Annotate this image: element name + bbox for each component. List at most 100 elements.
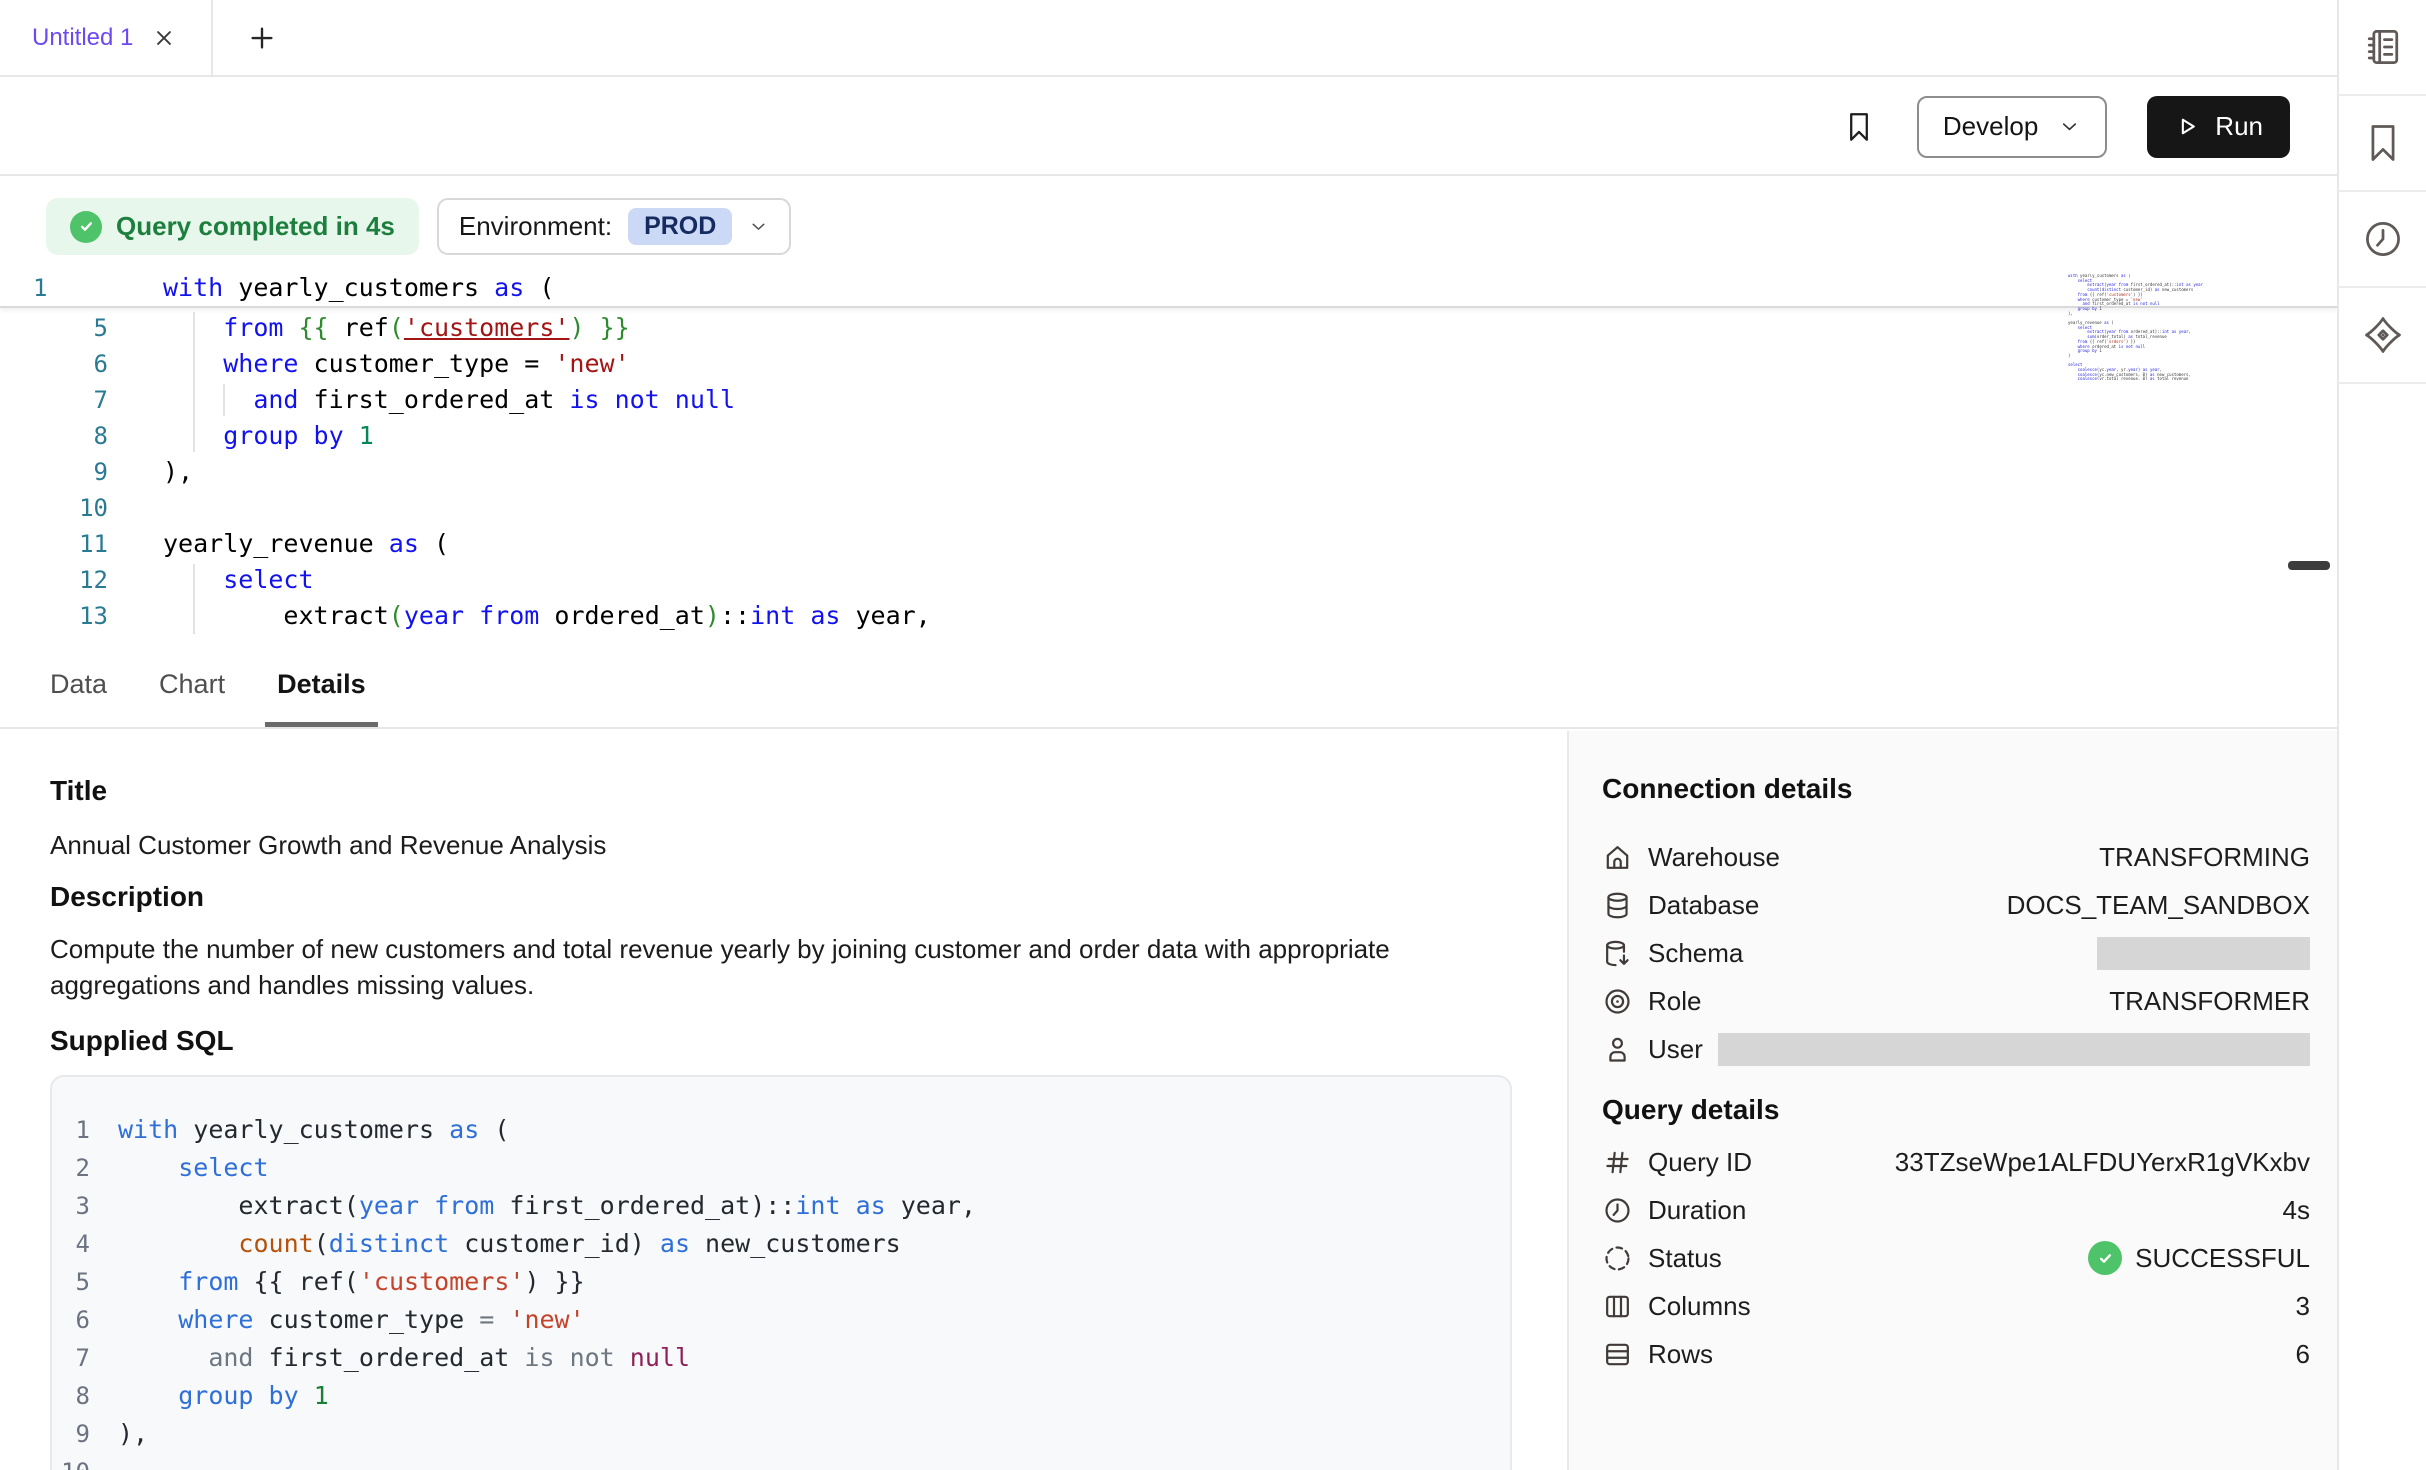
editor-code[interactable]: 1with yearly_customers as (5 from {{ ref… bbox=[0, 270, 2337, 634]
line-number: 7 bbox=[52, 1339, 90, 1377]
line-number: 5 bbox=[52, 1263, 90, 1301]
line-number: 1 bbox=[52, 1111, 90, 1149]
supplied-sql-block: 1with yearly_customers as (2 select3 ext… bbox=[50, 1075, 1512, 1470]
editor-scrollbar[interactable] bbox=[2288, 561, 2330, 570]
code-line: 8 group by 1 bbox=[0, 418, 2337, 454]
detail-label: Schema bbox=[1648, 938, 1743, 969]
columns-icon bbox=[1602, 1291, 1633, 1322]
new-tab-button[interactable] bbox=[229, 0, 295, 75]
environment-value: PROD bbox=[628, 208, 732, 245]
line-number: 4 bbox=[52, 1225, 90, 1263]
code-line: 6 where customer_type = 'new' bbox=[0, 346, 2337, 382]
code-line: 6 where customer_type = 'new' bbox=[52, 1301, 1510, 1339]
minimap-code: with yearly_customers as ( select extrac… bbox=[2068, 274, 2204, 380]
detail-row: Rows6 bbox=[1602, 1330, 2310, 1378]
run-label: Run bbox=[2215, 111, 2263, 142]
redacted-value bbox=[2097, 937, 2310, 970]
code-line: 11yearly_revenue as ( bbox=[0, 526, 2337, 562]
rows-icon bbox=[1602, 1339, 1633, 1370]
query-title: Annual Customer Growth and Revenue Analy… bbox=[50, 827, 606, 863]
environment-selector[interactable]: Environment: PROD bbox=[437, 198, 791, 255]
code-line: 8 group by 1 bbox=[52, 1377, 1510, 1415]
detail-value: 4s bbox=[2283, 1195, 2310, 1226]
bookmark-icon bbox=[2361, 121, 2405, 165]
editor-minimap[interactable]: with yearly_customers as ( select extrac… bbox=[2068, 274, 2204, 380]
check-circle-icon bbox=[70, 211, 102, 243]
spinner-icon bbox=[1602, 1243, 1633, 1274]
editor-tab-bar: Untitled 1 bbox=[0, 0, 2337, 77]
status-row: Query completed in 4s Environment: PROD bbox=[46, 198, 791, 255]
line-number: 12 bbox=[0, 562, 108, 598]
tab-title: Untitled 1 bbox=[32, 24, 133, 52]
code-line: 5 from {{ ref('customers') }} bbox=[0, 310, 2337, 346]
detail-row: DatabaseDOCS_TEAM_SANDBOX bbox=[1602, 881, 2310, 929]
code-line: 13 extract(year from ordered_at)::int as… bbox=[0, 598, 2337, 634]
rail-button-lineage[interactable] bbox=[2339, 288, 2426, 384]
code-line: 2 select bbox=[52, 1149, 1510, 1187]
line-number: 5 bbox=[0, 310, 108, 346]
line-number: 8 bbox=[52, 1377, 90, 1415]
environment-label: Environment: bbox=[459, 211, 612, 242]
rail-button-bookmark[interactable] bbox=[2339, 96, 2426, 192]
tab-chart[interactable]: Chart bbox=[159, 642, 225, 727]
bookmark-icon bbox=[1842, 110, 1876, 144]
detail-row: StatusSUCCESSFUL bbox=[1602, 1234, 2310, 1282]
rail-button-history[interactable] bbox=[2339, 192, 2426, 288]
run-button[interactable]: Run bbox=[2147, 96, 2290, 158]
sql-editor[interactable]: Query completed in 4s Environment: PROD … bbox=[0, 178, 2337, 640]
code-line: 1with yearly_customers as ( bbox=[52, 1111, 1510, 1149]
detail-label: Rows bbox=[1648, 1339, 1713, 1370]
details-panel: Title Annual Customer Growth and Revenue… bbox=[0, 731, 2426, 1470]
code-line: 10 bbox=[0, 490, 2337, 526]
detail-label: Warehouse bbox=[1648, 842, 1780, 873]
line-number: 9 bbox=[0, 454, 108, 490]
line-number: 11 bbox=[0, 526, 108, 562]
detail-row: Query ID 33TZseWpe1ALFDUYerxR1gVKxbv bbox=[1602, 1138, 2310, 1186]
code-line: 9), bbox=[52, 1415, 1510, 1453]
editor-tab-untitled-1[interactable]: Untitled 1 bbox=[0, 0, 213, 75]
code-line: 10 bbox=[52, 1453, 1510, 1470]
close-icon[interactable] bbox=[151, 25, 177, 51]
tab-data[interactable]: Data bbox=[50, 642, 107, 727]
schema-icon bbox=[1602, 938, 1633, 969]
duration-clock-icon bbox=[1602, 1195, 1633, 1226]
chevron-down-icon bbox=[748, 216, 769, 237]
role-icon bbox=[1602, 986, 1633, 1017]
detail-value: 33TZseWpe1ALFDUYerxR1gVKxbv bbox=[1895, 1147, 2310, 1178]
develop-dropdown[interactable]: Develop bbox=[1917, 96, 2107, 158]
notebook-icon bbox=[2361, 25, 2405, 69]
tab-details[interactable]: Details bbox=[277, 642, 366, 727]
detail-label: Query ID bbox=[1648, 1147, 1752, 1178]
rail-button-notebook[interactable] bbox=[2339, 0, 2426, 96]
query-status-text: Query completed in 4s bbox=[116, 211, 395, 242]
detail-label: Duration bbox=[1648, 1195, 1746, 1226]
warehouse-icon bbox=[1602, 842, 1633, 873]
hash-icon bbox=[1602, 1147, 1633, 1178]
detail-row: Columns3 bbox=[1602, 1282, 2310, 1330]
play-icon bbox=[2174, 114, 2199, 139]
plus-icon bbox=[247, 23, 277, 53]
history-icon bbox=[2361, 217, 2405, 261]
query-status-badge: Query completed in 4s bbox=[46, 198, 419, 255]
line-number: 10 bbox=[52, 1453, 90, 1470]
detail-value: DOCS_TEAM_SANDBOX bbox=[2007, 890, 2310, 921]
code-line: 12 select bbox=[0, 562, 2337, 598]
right-icon-rail bbox=[2339, 0, 2426, 1470]
line-number: 3 bbox=[52, 1187, 90, 1225]
code-line: 7 and first_ordered_at is not null bbox=[52, 1339, 1510, 1377]
line-number: 10 bbox=[0, 490, 108, 526]
supplied-sql-heading: Supplied SQL bbox=[50, 1025, 234, 1057]
query-details-rows: Query ID 33TZseWpe1ALFDUYerxR1gVKxbv Durat… bbox=[1602, 1138, 2310, 1378]
line-number: 1 bbox=[0, 270, 108, 306]
line-number: 13 bbox=[0, 598, 108, 634]
indent-guide bbox=[223, 384, 225, 416]
code-line: 7 and first_ordered_at is not null bbox=[0, 382, 2337, 418]
detail-row: Duration 4s bbox=[1602, 1186, 2310, 1234]
lineage-icon bbox=[2361, 313, 2405, 357]
status-value: SUCCESSFUL bbox=[2088, 1241, 2310, 1275]
line-number: 8 bbox=[0, 418, 108, 454]
code-line: 3 extract(year from first_ordered_at)::i… bbox=[52, 1187, 1510, 1225]
bookmark-button[interactable] bbox=[1841, 109, 1877, 145]
indent-guide bbox=[193, 312, 195, 452]
code-line: 4 count(distinct customer_id) as new_cus… bbox=[52, 1225, 1510, 1263]
